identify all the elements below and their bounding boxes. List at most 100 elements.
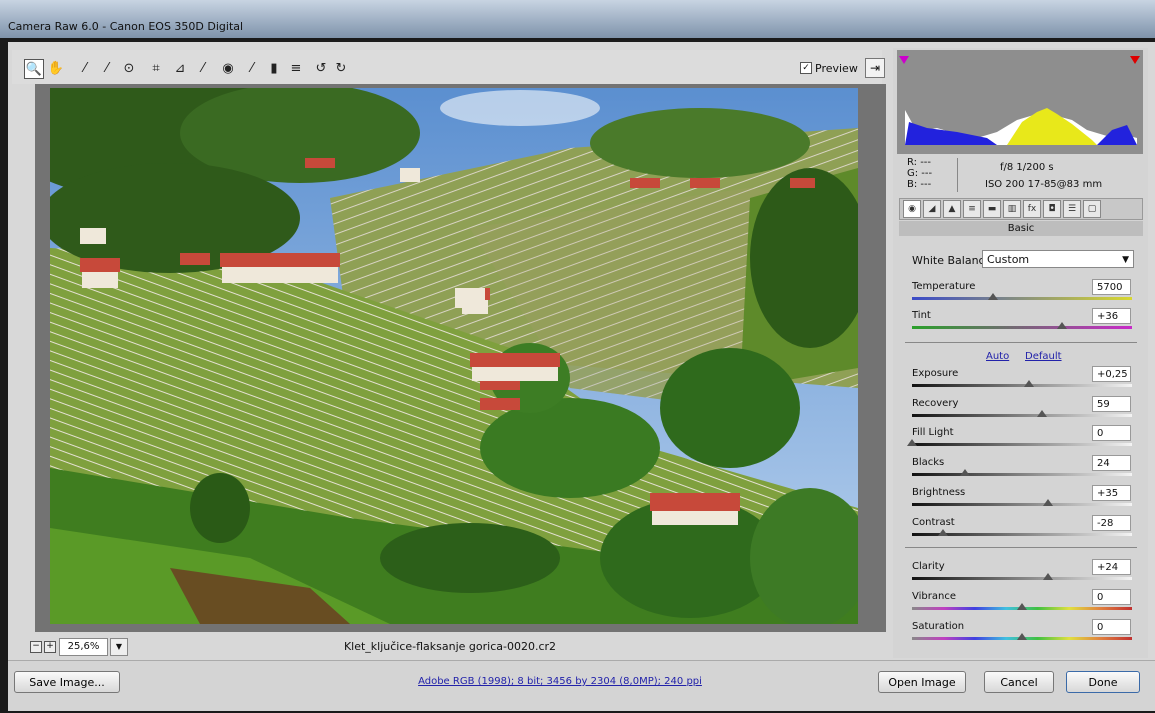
recovery-slider-handle[interactable] — [1036, 410, 1047, 417]
save-image-button[interactable]: Save Image... — [14, 671, 120, 693]
tint-label: Tint — [912, 310, 931, 321]
brightness-label: Brightness — [912, 487, 966, 498]
preview-checkbox[interactable]: ✓ — [800, 62, 812, 74]
blacks-label: Blacks — [912, 457, 945, 468]
default-link[interactable]: Default — [1025, 349, 1062, 362]
exposure-label: Exposure — [912, 368, 959, 379]
clarity-label: Clarity — [912, 561, 945, 572]
panel-tab-8[interactable]: ☰ — [1063, 200, 1081, 218]
clarity-value-field[interactable]: +24 — [1092, 559, 1131, 575]
color-sampler-tool-icon[interactable]: ⁄ — [98, 59, 116, 77]
tint-slider-track[interactable] — [912, 326, 1132, 329]
crop-tool-icon[interactable]: ⌗ — [147, 59, 165, 77]
panel-tab-5[interactable]: ▥ — [1003, 200, 1021, 218]
clarity-slider-track[interactable] — [912, 577, 1132, 580]
chevron-down-icon[interactable]: ▼ — [110, 638, 128, 656]
brightness-slider-track[interactable] — [912, 503, 1132, 506]
blacks-slider-handle[interactable] — [959, 469, 970, 476]
temperature-slider-handle[interactable] — [988, 293, 999, 300]
rotate-cw-tool-icon[interactable]: ↻ — [332, 59, 350, 77]
shadow-clipping-warning-icon[interactable] — [899, 56, 909, 64]
saturation-label: Saturation — [912, 621, 965, 632]
tint-value-field[interactable]: +36 — [1092, 308, 1131, 324]
panel-tab-7[interactable]: ◘ — [1043, 200, 1061, 218]
zoom-level-field[interactable]: 25,6% — [59, 638, 108, 656]
photo-preview[interactable] — [50, 88, 858, 624]
blacks-value-field[interactable]: 24 — [1092, 455, 1131, 471]
preview-label: Preview — [815, 61, 858, 75]
white-balance-tool-icon[interactable]: ⁄ — [76, 59, 94, 77]
brightness-value-field[interactable]: +35 — [1092, 485, 1131, 501]
divider — [905, 547, 1137, 548]
contrast-value-field[interactable]: -28 — [1092, 515, 1131, 531]
exposure-slider-handle[interactable] — [1023, 380, 1034, 387]
done-button[interactable]: Done — [1066, 671, 1140, 693]
panel-tab-3[interactable]: ≡ — [963, 200, 981, 218]
blacks-slider-track[interactable] — [912, 473, 1132, 476]
fullscreen-icon[interactable]: ⇥ — [865, 58, 885, 78]
panel-tab-1[interactable]: ◢ — [923, 200, 941, 218]
saturation-slider-handle[interactable] — [1017, 633, 1027, 640]
file-name: Klet_ključice-flaksanje gorica-0020.cr2 — [343, 640, 557, 653]
exposure-slider-track[interactable] — [912, 384, 1132, 387]
auto-link[interactable]: Auto — [986, 349, 1009, 362]
rotate-ccw-tool-icon[interactable]: ↺ — [312, 59, 330, 77]
r-readout: R: --- — [907, 157, 932, 168]
zoom-tool-icon[interactable]: 🔍 — [24, 59, 44, 79]
window-title: Camera Raw 6.0 - Canon EOS 350D Digital — [8, 20, 244, 33]
panel-tab-2[interactable]: ▲ — [943, 200, 961, 218]
info-divider — [957, 158, 958, 192]
adjustment-brush-tool-icon[interactable]: ⁄ — [243, 59, 261, 77]
fill-light-value-field[interactable]: 0 — [1092, 425, 1131, 441]
contrast-slider-handle[interactable] — [937, 529, 948, 536]
panel-tab-9[interactable]: ▢ — [1083, 200, 1101, 218]
temperature-slider-track[interactable] — [912, 297, 1132, 300]
panel-tab-6[interactable]: fx — [1023, 200, 1041, 218]
aperture-shutter: f/8 1/200 s — [1000, 162, 1054, 173]
exposure-value-field[interactable]: +0,25 — [1092, 366, 1131, 382]
iso-lens: ISO 200 17-85@83 mm — [985, 179, 1103, 190]
vibrance-slider-handle[interactable] — [1017, 603, 1027, 610]
window-titlebar: Camera Raw 6.0 - Canon EOS 350D Digital — [0, 0, 1155, 38]
chevron-down-icon: ▼ — [1122, 255, 1129, 265]
zoom-in-button[interactable]: + — [44, 641, 56, 653]
straighten-tool-icon[interactable]: ⊿ — [171, 59, 189, 77]
vibrance-value-field[interactable]: 0 — [1092, 589, 1131, 605]
divider — [905, 342, 1137, 343]
spot-removal-tool-icon[interactable]: ⁄ — [194, 59, 212, 77]
white-balance-select[interactable]: Custom ▼ — [982, 250, 1134, 268]
panel-tabs: ◉ ◢ ▲ ≡ ▬ ▥ fx ◘ ☰ ▢ — [899, 198, 1143, 220]
highlight-clipping-warning-icon[interactable] — [1130, 56, 1140, 64]
preferences-tool-icon[interactable]: ≡ — [287, 59, 305, 77]
panel-title: Basic — [899, 221, 1143, 236]
zoom-out-button[interactable]: − — [30, 641, 42, 653]
tint-slider-handle[interactable] — [1056, 322, 1067, 329]
contrast-label: Contrast — [912, 517, 955, 528]
hand-tool-icon[interactable]: ✋ — [47, 59, 65, 77]
toolbar — [12, 50, 882, 84]
histogram-graph — [899, 56, 1140, 145]
temperature-label: Temperature — [912, 281, 976, 292]
graduated-filter-tool-icon[interactable]: ▮ — [265, 59, 283, 77]
g-readout: G: --- — [907, 168, 933, 179]
white-balance-value: Custom — [987, 253, 1030, 266]
b-readout: B: --- — [907, 179, 932, 190]
temperature-value-field[interactable]: 5700 — [1092, 279, 1131, 295]
workflow-options-link[interactable]: Adobe RGB (1998); 8 bit; 3456 by 2304 (8… — [300, 676, 820, 687]
rgb-readout: R: --- G: --- B: --- — [907, 157, 932, 190]
saturation-value-field[interactable]: 0 — [1092, 619, 1131, 635]
recovery-value-field[interactable]: 59 — [1092, 396, 1131, 412]
preview-toggle[interactable]: ✓ Preview — [800, 59, 858, 77]
red-eye-tool-icon[interactable]: ◉ — [219, 59, 237, 77]
clarity-slider-handle[interactable] — [1043, 573, 1054, 580]
open-image-button[interactable]: Open Image — [878, 671, 966, 693]
fill-light-slider-track[interactable] — [912, 443, 1132, 446]
vibrance-label: Vibrance — [912, 591, 956, 602]
brightness-slider-handle[interactable] — [1043, 499, 1054, 506]
cancel-button[interactable]: Cancel — [984, 671, 1054, 693]
panel-tab-0[interactable]: ◉ — [903, 200, 921, 218]
fill-light-slider-handle[interactable] — [907, 439, 917, 446]
recovery-slider-track[interactable] — [912, 414, 1132, 417]
targeted-adjustment-tool-icon[interactable]: ⊙ — [120, 59, 138, 77]
panel-tab-4[interactable]: ▬ — [983, 200, 1001, 218]
